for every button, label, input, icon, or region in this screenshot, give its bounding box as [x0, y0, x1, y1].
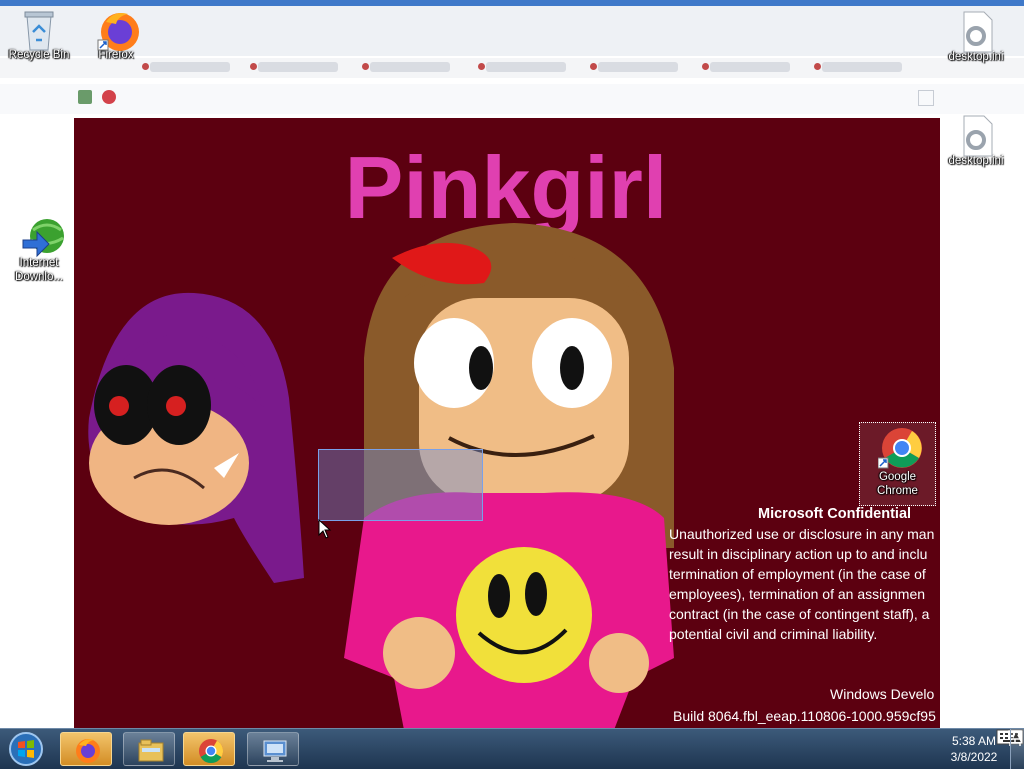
taskbar-firefox-button[interactable]	[60, 732, 112, 766]
taskbar-explorer-button[interactable]	[123, 732, 175, 766]
desktop-icon-internet-download-manager[interactable]: Internet Downlo...	[1, 216, 77, 284]
desktop-icon-google-chrome[interactable]: Google Chrome	[859, 422, 936, 506]
confidential-watermark: Microsoft Confidential Unauthorized use …	[660, 504, 943, 730]
bookmark-item	[590, 62, 678, 72]
taskbar-clock[interactable]: 5:38 AM 3/8/2022	[944, 733, 1004, 765]
mouse-cursor	[318, 518, 332, 544]
taskbar-remote-desktop-button[interactable]	[247, 732, 299, 766]
bookmark-item	[142, 62, 230, 72]
bookmark-item	[362, 62, 450, 72]
watermark-edition: Windows Develo	[830, 686, 935, 702]
watermark-line: potential civil and criminal liability.	[669, 626, 878, 642]
watermark-line: contract (in the case of contingent staf…	[669, 606, 930, 622]
desktop-icon-firefox[interactable]: Firefox	[78, 8, 154, 62]
desktop-icon-label: Google Chrome	[877, 471, 918, 497]
window-icon	[918, 90, 934, 106]
settings-file-icon	[956, 114, 996, 157]
watermark-title: Microsoft Confidential	[758, 506, 912, 522]
selection-marquee	[318, 449, 483, 521]
internet-download-manager-icon	[19, 216, 64, 258]
watermark-build: Build 8064.fbl_eeap.110806-1000.959cf95	[673, 708, 936, 724]
watermark-line: result in disciplinary action up to and …	[669, 546, 928, 562]
taskbar: ▲ 5:38 AM 3/8/2022	[0, 728, 1024, 769]
desktop-icon-desktop-ini-1[interactable]: desktop.ini	[938, 10, 1014, 64]
desktop-icon-desktop-ini-2[interactable]: desktop.ini	[938, 114, 1014, 168]
browser-address-bar	[0, 84, 1024, 114]
clock-date: 3/8/2022	[950, 750, 998, 764]
clock-time: 5:38 AM	[951, 734, 997, 748]
page-icon	[78, 90, 92, 104]
settings-file-icon	[956, 10, 996, 53]
watermark-line: termination of employment (in the case o…	[669, 566, 926, 582]
show-desktop-button[interactable]	[1010, 729, 1024, 769]
bookmark-item	[702, 62, 790, 72]
bookmark-item	[250, 62, 338, 72]
chrome-icon	[877, 426, 922, 469]
watermark-line: Unauthorized use or disclosure in any ma…	[669, 526, 935, 542]
watermark-line: employees), termination of an assignmen	[669, 586, 926, 602]
bookmark-item	[814, 62, 902, 72]
artwork-title: Pinkgirl	[345, 138, 668, 237]
record-icon	[102, 90, 116, 104]
desktop-icon-recycle-bin[interactable]: Recycle Bin	[1, 8, 77, 62]
recycle-bin-icon	[19, 8, 59, 51]
firefox-icon	[96, 8, 139, 51]
bookmark-item	[478, 62, 566, 72]
start-orb-icon[interactable]	[6, 730, 46, 768]
taskbar-chrome-button[interactable]	[183, 732, 235, 766]
